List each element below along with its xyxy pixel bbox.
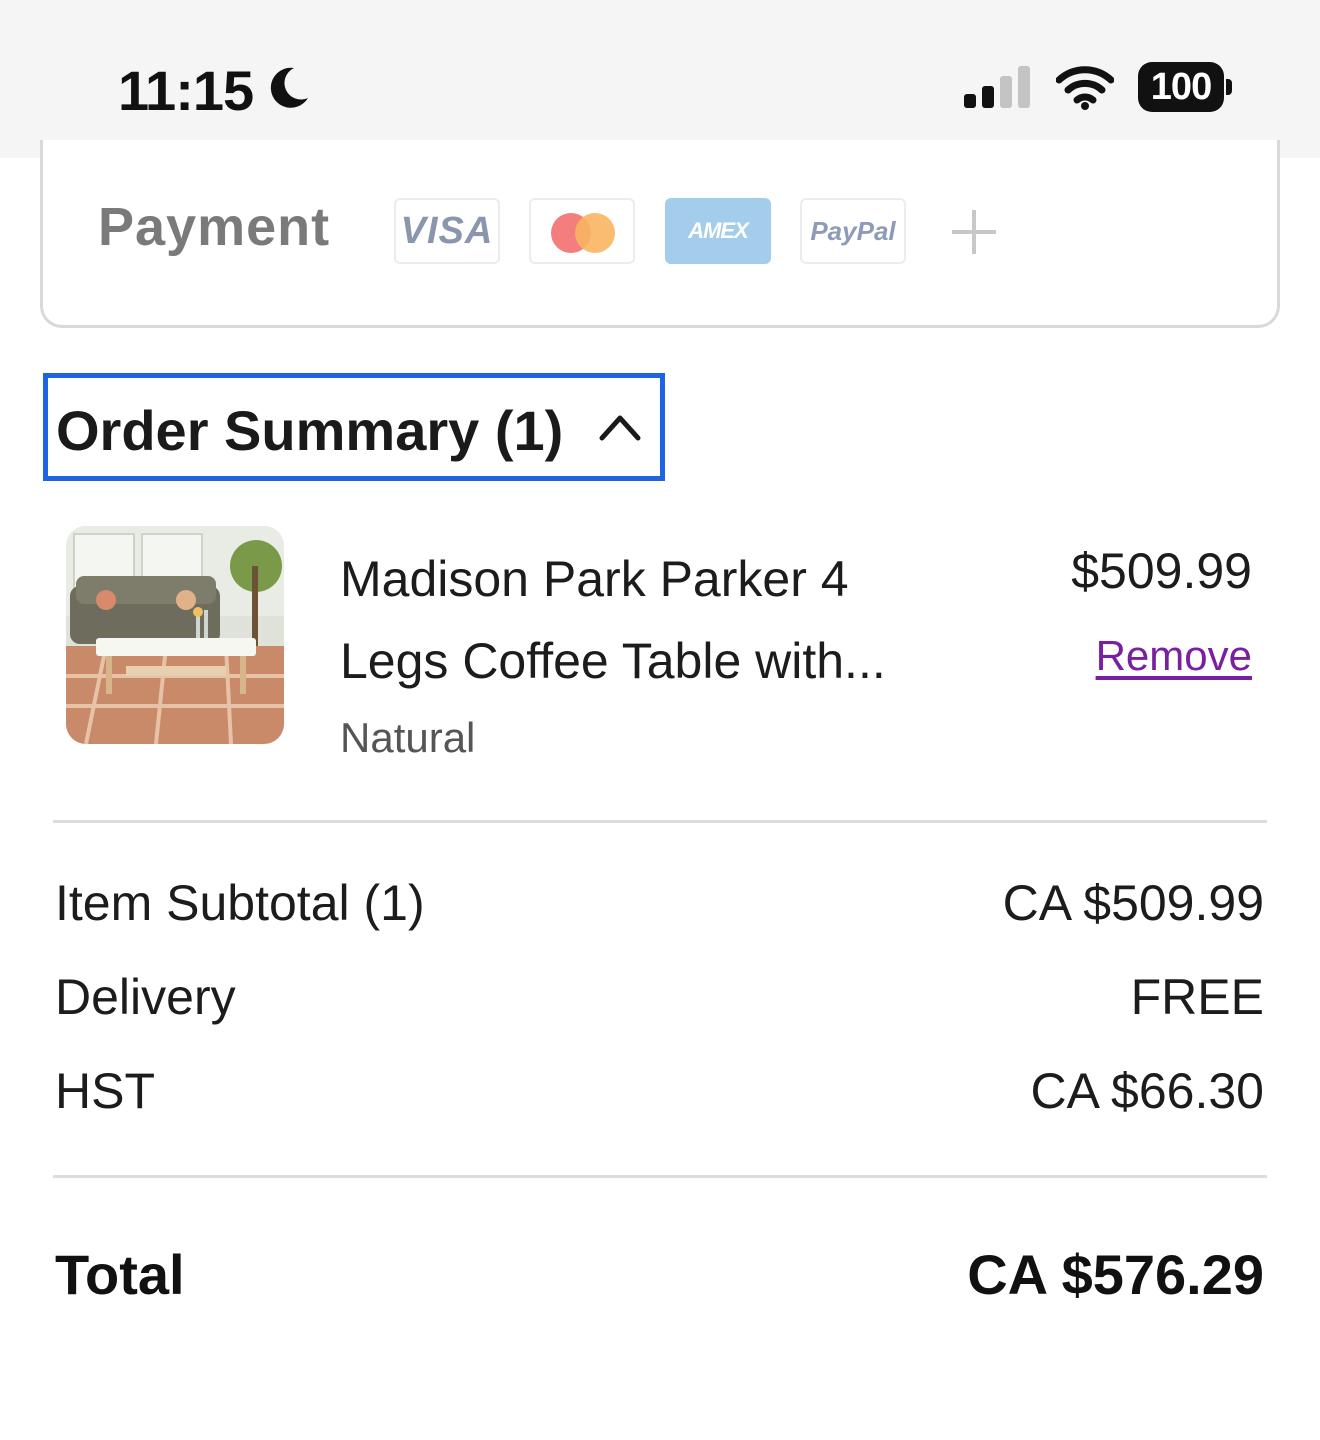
paypal-icon: PayPal	[800, 198, 906, 264]
divider	[53, 1175, 1267, 1178]
tax-value: CA $66.30	[1030, 1063, 1264, 1119]
tax-label: HST	[55, 1063, 155, 1119]
add-payment-plus-icon[interactable]	[948, 206, 1000, 258]
moon-icon	[270, 67, 308, 108]
battery-level: 100	[1138, 62, 1224, 112]
amex-icon: AMEX	[665, 198, 771, 264]
status-bar: 11:15 100	[0, 0, 1320, 158]
cellular-signal-icon	[964, 66, 1030, 108]
mastercard-icon	[529, 198, 635, 264]
product-thumbnail[interactable]	[66, 526, 284, 744]
product-name[interactable]: Madison Park Parker 4 Legs Coffee Table …	[340, 538, 960, 702]
payment-label: Payment	[98, 197, 331, 257]
delivery-value: FREE	[1130, 969, 1264, 1025]
subtotal-label: Item Subtotal (1)	[55, 875, 425, 931]
product-variant: Natural	[340, 714, 476, 761]
visa-icon: VISA	[394, 198, 500, 264]
status-time: 11:15	[118, 59, 254, 122]
chevron-up-icon	[599, 415, 641, 441]
battery-icon: 100	[1138, 62, 1232, 112]
subtotal-value: CA $509.99	[1002, 875, 1264, 931]
total-label: Total	[55, 1243, 185, 1306]
total-value: CA $576.29	[967, 1243, 1264, 1306]
remove-item-link[interactable]: Remove	[1096, 632, 1252, 680]
order-summary-title: Order Summary (1)	[56, 399, 564, 462]
delivery-label: Delivery	[55, 969, 236, 1025]
divider	[53, 820, 1267, 823]
wifi-icon	[1056, 66, 1114, 110]
product-price: $509.99	[1071, 543, 1252, 599]
order-summary-toggle[interactable]: Order Summary (1)	[43, 373, 665, 481]
